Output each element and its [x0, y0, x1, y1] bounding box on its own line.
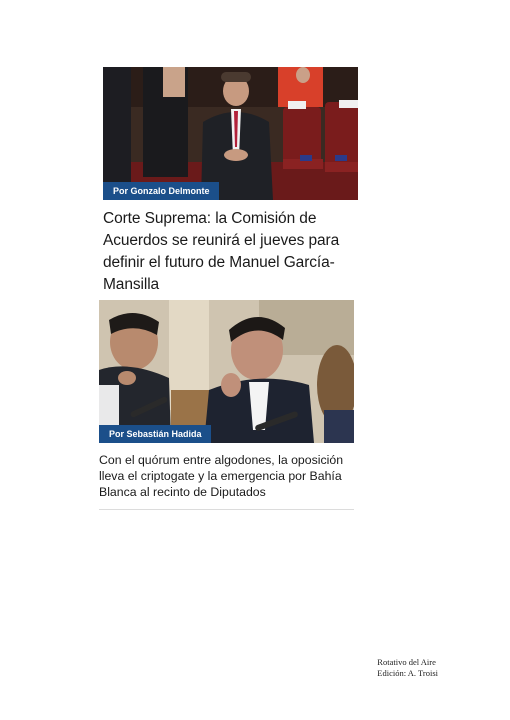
- news-photo[interactable]: Por Gonzalo Delmonte: [103, 67, 358, 200]
- chamber-photo-illustration: [99, 300, 354, 443]
- headline-link[interactable]: Con el quórum entre algodones, la oposic…: [99, 452, 361, 500]
- footer-editor: Edición: A. Troisi: [377, 668, 438, 678]
- senate-photo-illustration: [103, 67, 358, 200]
- footer-publication: Rotativo del Aire: [377, 657, 436, 667]
- divider: [99, 509, 354, 510]
- author-tag[interactable]: Por Sebastián Hadida: [99, 425, 211, 443]
- news-photo[interactable]: Por Sebastián Hadida: [99, 300, 354, 443]
- headline-link[interactable]: Corte Suprema: la Comisión de Acuerdos s…: [103, 208, 365, 296]
- footer-credits: Rotativo del Aire Edición: A. Troisi: [377, 657, 438, 679]
- author-tag[interactable]: Por Gonzalo Delmonte: [103, 182, 219, 200]
